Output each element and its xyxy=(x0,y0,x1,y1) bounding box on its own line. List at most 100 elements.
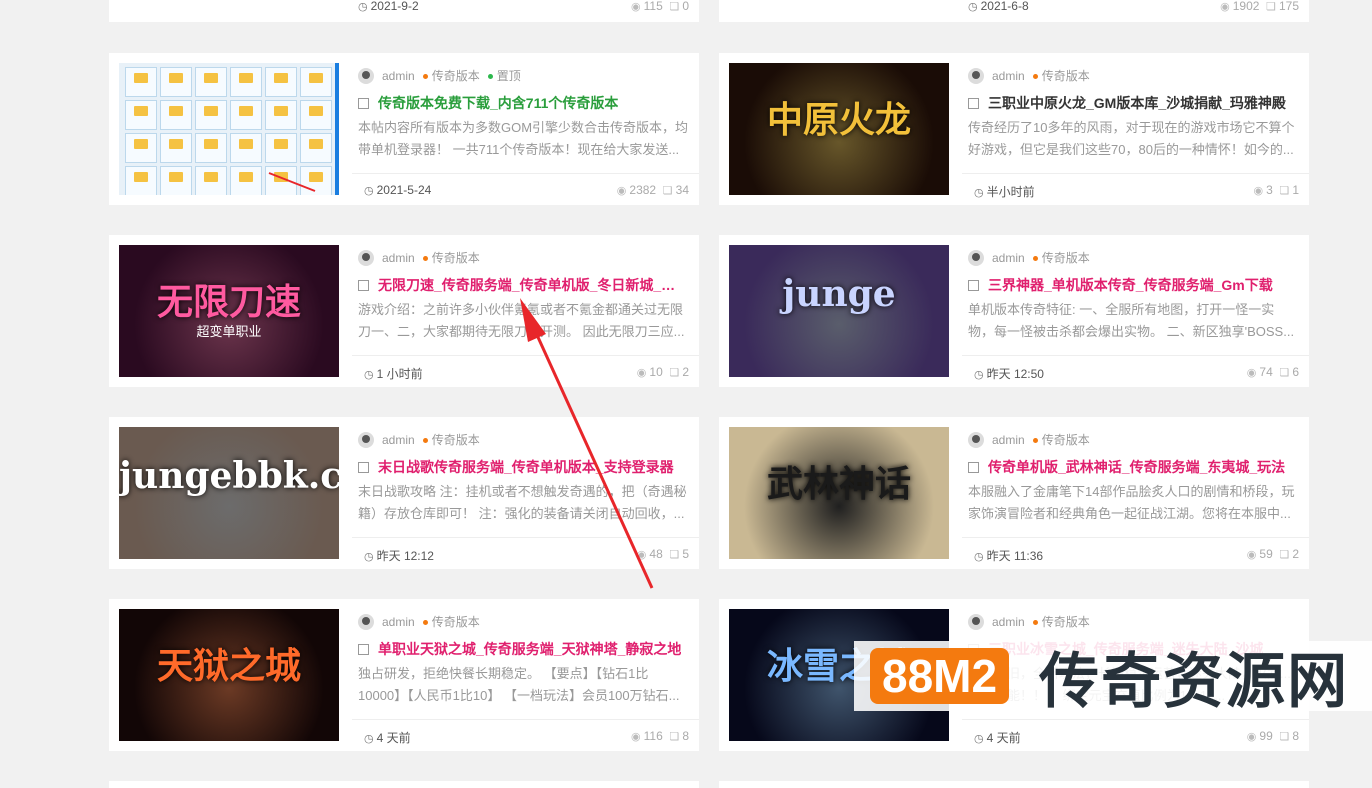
post-author[interactable]: admin xyxy=(992,251,1025,265)
avatar xyxy=(968,431,984,448)
post-stats: ◉ 59 ❏ 2 xyxy=(1246,547,1299,561)
post-thumbnail[interactable]: junge xyxy=(729,245,949,377)
partial-card-bottom-left xyxy=(109,781,699,788)
post-thumbnail[interactable]: 中原火龙 xyxy=(729,63,949,195)
post-category[interactable]: 传奇版本 xyxy=(1032,249,1090,266)
clock-icon: ◷ xyxy=(364,369,374,381)
eye-icon: ◉ xyxy=(636,549,647,561)
watermark-badge: 88M2 xyxy=(870,648,1010,704)
post-date: ◷ 2021-9-2 xyxy=(358,0,419,13)
post-thumbnail[interactable] xyxy=(119,63,339,195)
post-category[interactable]: 传奇版本 xyxy=(1032,67,1090,84)
post-thumbnail[interactable]: 武林神话 xyxy=(729,427,949,559)
checkbox-icon xyxy=(358,279,369,291)
clock-icon: ◷ xyxy=(974,187,984,199)
post-stats: ◉ 2382 ❏ 34 xyxy=(616,183,689,197)
post-date: ◷ 昨天 12:12 xyxy=(364,549,434,563)
post-category[interactable]: 传奇版本 xyxy=(1032,431,1090,448)
post-thumbnail[interactable]: 无限刀速 超变单职业 xyxy=(119,245,339,377)
thumbnail-title: 无限刀速 xyxy=(156,281,301,323)
post-excerpt: 末日战歌攻略 注：挂机或者不想触发奇遇的，把（奇遇秘籍）存放仓库即可！ 注：强化… xyxy=(358,484,687,521)
post-date: ◷ 昨天 12:50 xyxy=(974,367,1044,381)
post-author[interactable]: admin xyxy=(382,433,415,447)
comment-icon: ❏ xyxy=(1266,1,1276,13)
post-title[interactable]: 三界神器_单机版本传奇_传奇服务端_Gm下载 xyxy=(968,275,1299,295)
post-excerpt: 传奇经历了10多年的风雨，对于现在的游戏市场它不算个好游戏，但它是我们这些70，… xyxy=(968,120,1295,157)
post-stats: ◉ 10 ❏ 2 xyxy=(636,365,689,379)
thumbnail-title: jungebbk.com xyxy=(119,455,339,497)
clock-icon: ◷ xyxy=(974,733,984,745)
thumbnail-title: junge xyxy=(782,273,896,315)
post-title[interactable]: 三职业中原火龙_GM版本库_沙城捐献_玛雅神殿 xyxy=(968,93,1299,113)
post-stats: ◉ 115 ❏ 0 xyxy=(631,0,689,13)
comment-icon: ❏ xyxy=(662,185,673,197)
eye-icon: ◉ xyxy=(1246,367,1257,379)
post-date: ◷ 2021-6-8 xyxy=(968,0,1029,13)
post-title[interactable]: 无限刀速_传奇服务端_传奇单机版_冬日新城_单职业 xyxy=(358,275,689,295)
avatar xyxy=(358,249,374,266)
post-title[interactable]: 传奇单机版_武林神话_传奇服务端_东夷城_玩法 xyxy=(968,457,1299,477)
post-thumbnail[interactable]: 天狱之城 xyxy=(119,609,339,741)
post-footer: ◷ 半小时前 ◉ 3 ❏ 1 xyxy=(962,173,1309,206)
post-category[interactable]: 传奇版本 xyxy=(422,67,480,84)
partial-card-top-left: ◷ 2021-9-2 ◉ 115 ❏ 0 xyxy=(109,0,699,22)
post-author[interactable]: admin xyxy=(382,69,415,83)
eye-icon: ◉ xyxy=(631,731,641,743)
post-footer: ◷ 4 天前 ◉ 116 ❏ 8 xyxy=(352,719,699,752)
post-date: ◷ 半小时前 xyxy=(974,185,1035,199)
clock-icon: ◷ xyxy=(364,185,374,197)
post-title[interactable]: 传奇版本免费下载_内含711个传奇版本 xyxy=(358,93,689,113)
post-excerpt: 本服融入了金庸笔下14部作品脍炙人口的剧情和桥段，玩家饰演冒险者和经典角色一起征… xyxy=(968,484,1295,521)
post-stats: ◉ 99 ❏ 8 xyxy=(1246,729,1299,743)
post-stats: ◉ 3 ❏ 1 xyxy=(1253,183,1299,197)
post-author[interactable]: admin xyxy=(992,69,1025,83)
avatar xyxy=(358,67,374,84)
post-stats: ◉ 1902 ❏ 175 xyxy=(1220,0,1299,13)
post-meta: admin 传奇版本 xyxy=(358,613,480,630)
avatar xyxy=(968,249,984,266)
post-meta: admin 传奇版本 xyxy=(358,249,480,266)
partial-card-top-right: ◷ 2021-6-8 ◉ 1902 ❏ 175 xyxy=(719,0,1309,22)
checkbox-icon xyxy=(968,461,979,473)
sticky-tag[interactable]: 置顶 xyxy=(487,67,521,84)
post-category[interactable]: 传奇版本 xyxy=(422,613,480,630)
post-thumbnail[interactable]: jungebbk.com xyxy=(119,427,339,559)
post-category[interactable]: 传奇版本 xyxy=(422,431,480,448)
post-date: ◷ 1 小时前 xyxy=(364,367,423,381)
post-category[interactable]: 传奇版本 xyxy=(1032,613,1090,630)
post-author[interactable]: admin xyxy=(382,251,415,265)
comment-icon: ❏ xyxy=(1279,185,1290,197)
comment-icon: ❏ xyxy=(669,549,680,561)
post-excerpt: 独占研发，拒绝快餐长期稳定。 【要点】【钻石1比10000】【人民币1比10】 … xyxy=(358,666,680,703)
post-meta: admin 传奇版本 置顶 xyxy=(358,67,521,84)
comment-icon: ❏ xyxy=(669,731,680,743)
post-excerpt: 本帖内容所有版本为多数GOM引擎少数合击传奇版本，均带单机登录器！ 一共711个… xyxy=(358,120,689,157)
avatar xyxy=(968,613,984,630)
clock-icon: ◷ xyxy=(364,733,374,745)
comment-icon: ❏ xyxy=(1279,549,1290,561)
post-title[interactable]: 单职业天狱之城_传奇服务端_天狱神塔_静寂之地 xyxy=(358,639,689,659)
post-author[interactable]: admin xyxy=(992,433,1025,447)
thumbnail-title: 天狱之城 xyxy=(156,645,301,687)
post-card: 武林神话 admin 传奇版本传奇单机版_武林神话_传奇服务端_东夷城_玩法本服融入… xyxy=(719,417,1309,569)
post-stats: ◉ 48 ❏ 5 xyxy=(636,547,689,561)
post-footer: ◷ 昨天 11:36 ◉ 59 ❏ 2 xyxy=(962,537,1309,570)
post-date: ◷ 昨天 11:36 xyxy=(974,549,1044,563)
clock-icon: ◷ xyxy=(358,1,368,13)
post-author[interactable]: admin xyxy=(382,615,415,629)
avatar xyxy=(968,67,984,84)
post-excerpt: 游戏介绍：之前许多小伙伴氪氪或者不氪金都通关过无限刀一、二，大家都期待无限刀三开… xyxy=(358,302,685,339)
comment-icon: ❏ xyxy=(669,367,680,379)
post-date: ◷ 4 天前 xyxy=(974,731,1021,745)
post-card: 无限刀速 超变单职业 admin 传奇版本无限刀速_传奇服务端_传奇单机版_冬日新城_… xyxy=(109,235,699,387)
post-author[interactable]: admin xyxy=(992,615,1025,629)
eye-icon: ◉ xyxy=(1246,731,1257,743)
post-footer: ◷ 4 天前 ◉ 99 ❏ 8 xyxy=(962,719,1309,752)
post-category[interactable]: 传奇版本 xyxy=(422,249,480,266)
checkbox-icon xyxy=(358,97,369,109)
partial-card-bottom-right xyxy=(719,781,1309,788)
post-title[interactable]: 末日战歌传奇服务端_传奇单机版本_支持登录器 xyxy=(358,457,689,477)
clock-icon: ◷ xyxy=(364,551,374,563)
avatar xyxy=(358,431,374,448)
clock-icon: ◷ xyxy=(974,369,984,381)
